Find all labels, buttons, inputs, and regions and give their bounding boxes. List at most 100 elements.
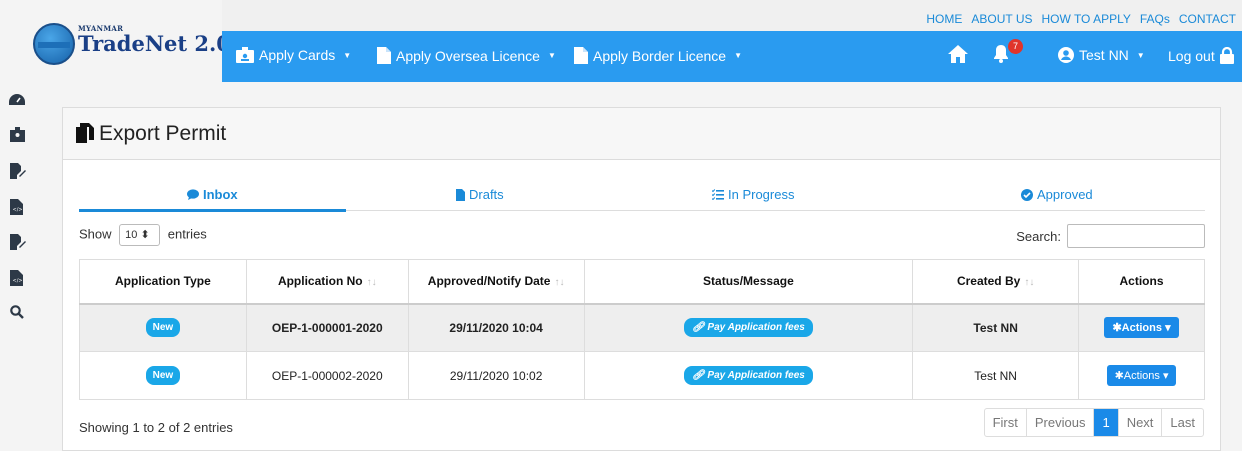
tab-drafts-label: Drafts xyxy=(469,187,504,202)
actions-label: Actions xyxy=(1121,322,1162,335)
home-button[interactable] xyxy=(948,45,968,63)
page-previous[interactable]: Previous xyxy=(1025,409,1094,436)
pay-fees-label: Pay Application fees xyxy=(707,322,805,334)
home-icon xyxy=(948,45,968,63)
tab-in-progress-label: In Progress xyxy=(728,187,795,202)
cell-type: New xyxy=(79,303,247,352)
nav-apply-oversea[interactable]: Apply Oversea Licence ▼ xyxy=(377,47,556,64)
col-header-label: Application No xyxy=(277,274,363,289)
page-current[interactable]: 1 xyxy=(1093,409,1118,436)
tab-in-progress[interactable]: In Progress xyxy=(712,187,794,202)
top-link-about[interactable]: ABOUT US xyxy=(971,12,1032,26)
bell-icon xyxy=(994,45,1008,63)
col-header-label: Actions xyxy=(1119,274,1164,289)
search-input[interactable] xyxy=(1067,224,1205,248)
code-file-icon[interactable]: </> xyxy=(10,270,23,286)
file-icon xyxy=(574,47,588,64)
col-application-no[interactable]: Application No ↑↓ xyxy=(245,259,409,305)
sort-icon: ↑↓ xyxy=(554,277,565,289)
top-link-contact[interactable]: CONTACT xyxy=(1179,12,1236,26)
nav-apply-border[interactable]: Apply Border Licence ▼ xyxy=(574,47,742,64)
page-first[interactable]: First xyxy=(985,409,1026,436)
link-icon: 🔗︎ xyxy=(691,370,705,381)
file-icon xyxy=(456,188,465,201)
cell-application-no: OEP-1-000002-2020 xyxy=(245,351,409,400)
col-header-label: Status/Message xyxy=(703,274,794,289)
lock-icon xyxy=(1219,47,1234,64)
col-application-type[interactable]: Application Type xyxy=(79,259,247,305)
svg-text:</>: </> xyxy=(13,207,23,213)
globe-icon xyxy=(33,23,75,65)
notifications-button[interactable]: 7 xyxy=(993,39,1023,63)
top-link-how-to-apply[interactable]: HOW TO APPLY xyxy=(1042,12,1131,26)
col-status-message[interactable]: Status/Message xyxy=(583,259,914,305)
col-header-label: Application Type xyxy=(115,274,211,289)
page-size-value: 10 xyxy=(125,229,138,241)
tab-drafts[interactable]: Drafts xyxy=(456,187,504,202)
show-label: Show xyxy=(79,226,112,242)
actions-label: Actions xyxy=(1123,370,1160,382)
page-title: Export Permit xyxy=(99,122,227,145)
cell-date: 29/11/2020 10:02 xyxy=(407,351,585,400)
export-permit-panel: Export Permit Inbox Drafts In Progress A… xyxy=(62,107,1221,451)
brand-logo[interactable]: MYANMAR TradeNet 2.0 xyxy=(0,0,231,82)
edit-file-icon[interactable] xyxy=(10,234,26,250)
copy-icon xyxy=(76,123,94,143)
list-check-icon xyxy=(712,189,724,200)
caret-down-icon: ▼ xyxy=(1136,50,1145,60)
table-header-row: Application Type Application No ↑↓ Approv… xyxy=(79,259,1205,305)
caret-down-icon: ▾ xyxy=(1162,370,1169,382)
pay-fees-label: Pay Application fees xyxy=(707,370,805,381)
table-row[interactable]: New OEP-1-000001-2020 29/11/2020 10:04 🔗… xyxy=(79,303,1205,352)
page-size-select[interactable]: 10 ⬍ xyxy=(119,224,161,246)
cell-type: New xyxy=(79,351,247,400)
page-next[interactable]: Next xyxy=(1117,409,1162,436)
new-badge: New xyxy=(145,366,181,385)
nav-apply-cards-label: Apply Cards xyxy=(259,47,336,63)
tab-inbox-label: Inbox xyxy=(203,187,238,202)
tab-inbox[interactable]: Inbox xyxy=(187,187,238,202)
col-header-label: Approved/Notify Date xyxy=(427,274,551,289)
pay-fees-link[interactable]: 🔗︎ Pay Application fees xyxy=(683,366,813,385)
code-file-icon[interactable]: </> xyxy=(10,199,23,215)
logout-label: Log out xyxy=(1168,47,1215,64)
nav-apply-border-label: Apply Border Licence xyxy=(593,47,727,64)
cog-icon: ✱ xyxy=(1114,370,1124,382)
top-link-faqs[interactable]: FAQs xyxy=(1140,12,1170,26)
cell-created-by: Test NN xyxy=(912,351,1080,400)
actions-dropdown-button[interactable]: ✱Actions ▾ xyxy=(1104,317,1179,339)
tab-bar: Inbox Drafts In Progress Approved xyxy=(79,182,1205,212)
top-link-home[interactable]: HOME xyxy=(926,12,962,26)
nav-apply-cards[interactable]: Apply Cards ▼ xyxy=(236,47,351,63)
edit-file-icon[interactable] xyxy=(10,163,26,179)
cog-icon: ✱ xyxy=(1112,322,1122,335)
actions-dropdown-button[interactable]: ✱Actions ▾ xyxy=(1106,365,1177,386)
tab-approved[interactable]: Approved xyxy=(1021,187,1093,202)
caret-down-icon: ▼ xyxy=(734,51,742,60)
logo-main-text: TradeNet 2.0 xyxy=(78,31,231,56)
nav-apply-oversea-label: Apply Oversea Licence xyxy=(396,47,540,64)
comment-icon xyxy=(187,189,199,200)
logout-button[interactable]: Log out xyxy=(1168,47,1234,64)
main-navbar: Apply Cards ▼ Apply Oversea Licence ▼ Ap… xyxy=(222,31,1242,82)
search-icon[interactable] xyxy=(10,305,24,319)
caret-down-icon: ▼ xyxy=(547,51,556,60)
page-last[interactable]: Last xyxy=(1161,409,1203,436)
col-approved-date[interactable]: Approved/Notify Date ↑↓ xyxy=(407,259,585,305)
notification-badge: 7 xyxy=(1008,39,1023,54)
col-created-by[interactable]: Created By ↑↓ xyxy=(912,259,1080,305)
link-icon: 🔗︎ xyxy=(691,322,705,334)
select-arrows-icon: ⬍ xyxy=(140,229,150,241)
pay-fees-link[interactable]: 🔗︎ Pay Application fees xyxy=(683,318,813,338)
cell-application-no: OEP-1-000001-2020 xyxy=(245,303,409,352)
user-name: Test NN xyxy=(1079,47,1129,63)
cell-actions: ✱Actions ▾ xyxy=(1078,351,1205,400)
tab-approved-label: Approved xyxy=(1037,187,1093,202)
user-menu[interactable]: Test NN ▼ xyxy=(1058,47,1145,63)
cell-created-by: Test NN xyxy=(912,303,1080,352)
search-label: Search: xyxy=(1016,228,1061,244)
id-card-icon[interactable] xyxy=(10,127,25,142)
table-info: Showing 1 to 2 of 2 entries xyxy=(79,420,233,435)
table-row[interactable]: New OEP-1-000002-2020 29/11/2020 10:02 🔗… xyxy=(79,351,1205,400)
dashboard-icon[interactable] xyxy=(9,94,25,108)
